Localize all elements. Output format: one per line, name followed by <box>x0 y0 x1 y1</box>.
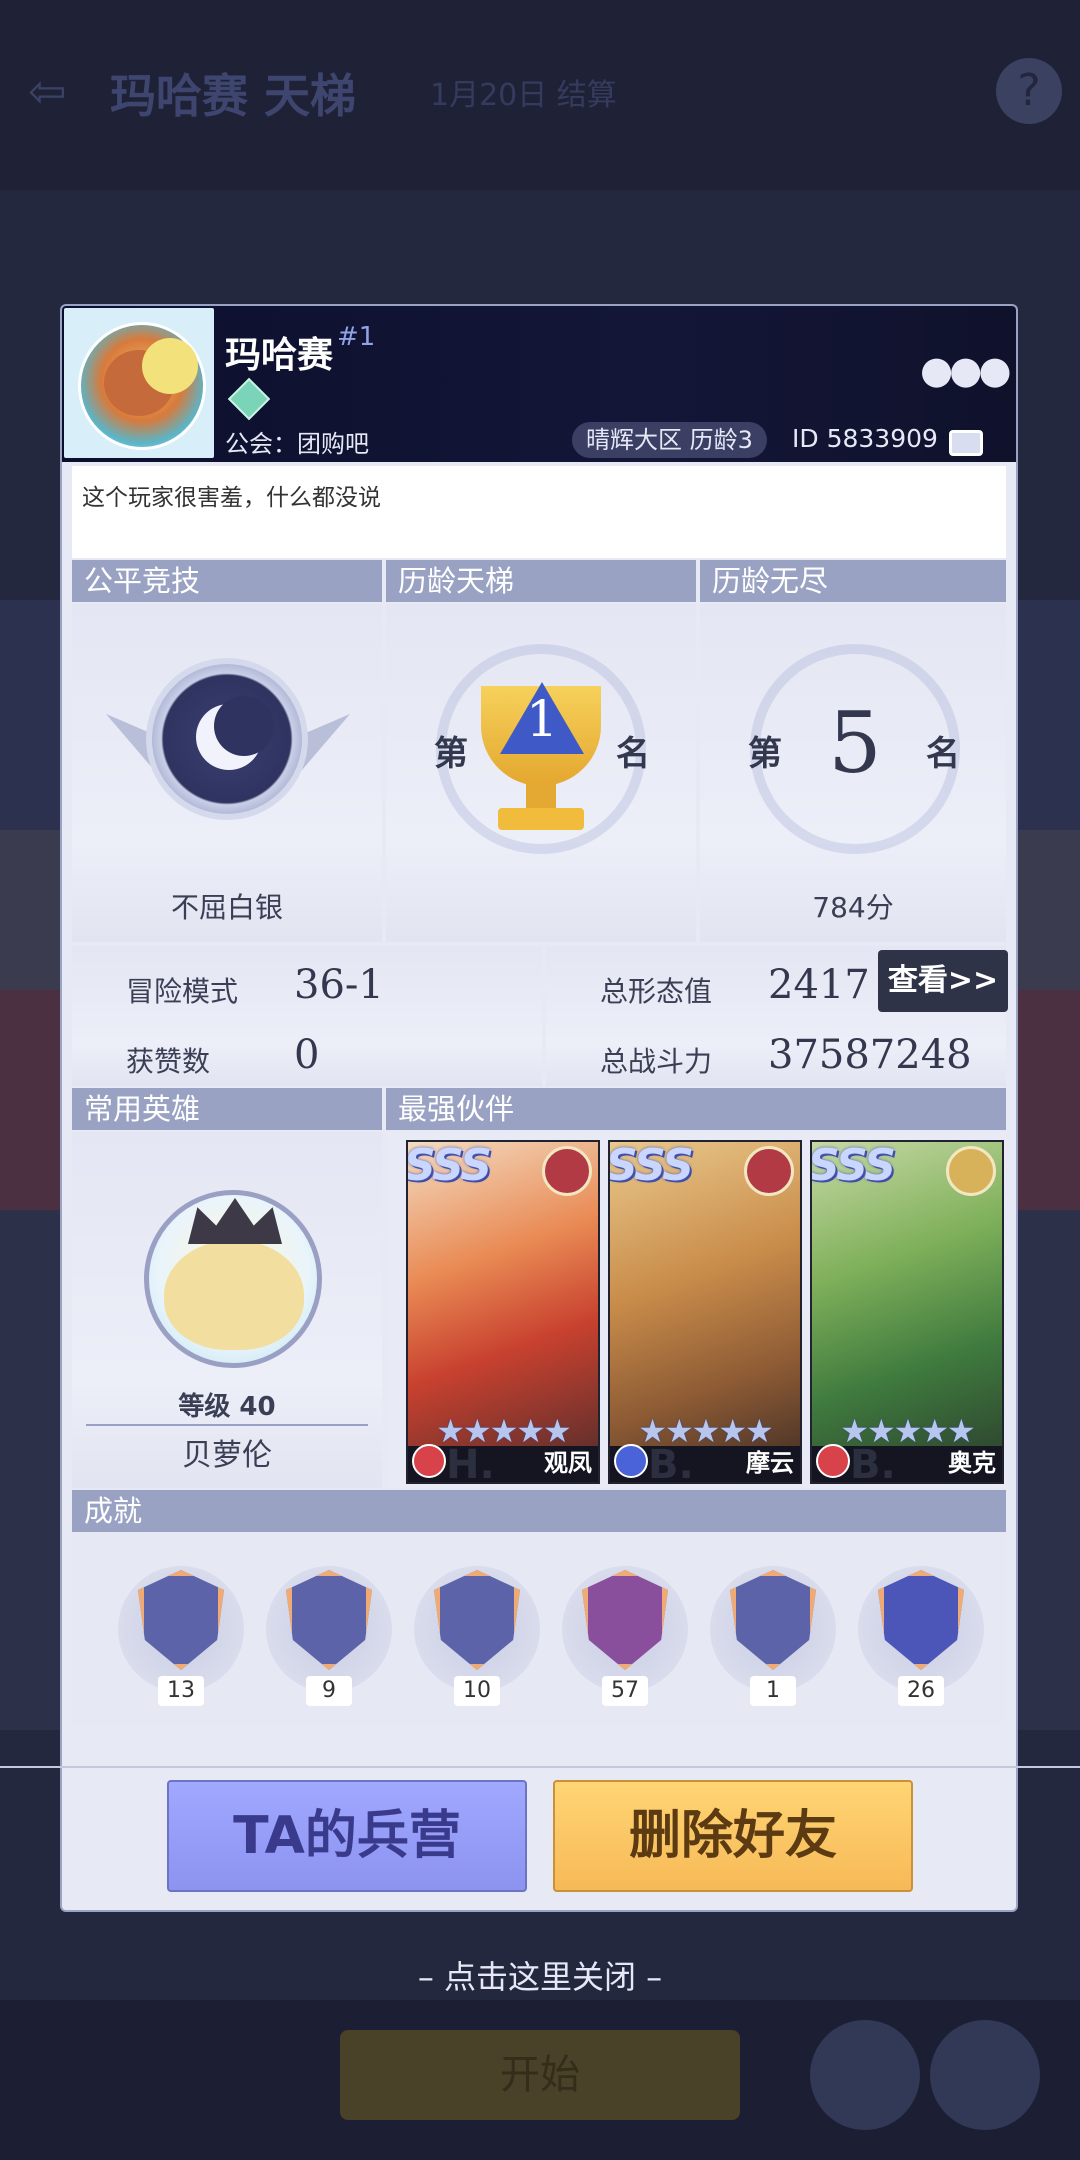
hero-level: 等级 40 <box>178 1392 276 1422</box>
stats-left-panel: 冒险模式 36-1 获赞数 0 <box>72 946 542 1086</box>
copy-id-icon[interactable] <box>949 430 983 456</box>
faction-icon <box>744 1146 794 1196</box>
remove-friend-button[interactable]: 删除好友 <box>553 1780 913 1892</box>
player-name: 玛哈赛 <box>225 335 334 376</box>
player-rank-tag: #1 <box>337 322 376 352</box>
dialog-divider <box>0 1766 1080 1768</box>
faction-icon <box>542 1146 592 1196</box>
form-label: 总形态值 <box>600 975 713 1008</box>
achievement-count: 10 <box>454 1676 500 1706</box>
back-arrow-icon: ⇦ <box>28 64 67 118</box>
achievement-badge[interactable]: 26 <box>856 1560 986 1710</box>
background-title: 玛哈赛 天梯 <box>110 69 357 123</box>
hero-hair <box>164 1240 304 1350</box>
player-avatar[interactable] <box>64 308 214 458</box>
section-header-endless: 历龄无尽 <box>700 560 1006 602</box>
partner-tier: B. <box>850 1442 896 1484</box>
diamond-badge-icon <box>227 377 271 421</box>
fair-rank-panel[interactable]: 不屈白银 <box>72 604 382 942</box>
section-header-achievements: 成就 <box>72 1490 1006 1532</box>
partner-card[interactable]: SSS ★★★★★ B. 摩云 <box>608 1140 802 1484</box>
signature-text: 这个玩家很害羞，什么都没说 <box>82 485 381 511</box>
hero-name: 贝萝伦 <box>182 1438 272 1473</box>
form-value: 2417 <box>768 962 870 1008</box>
adventure-value: 36-1 <box>294 962 384 1008</box>
section-header-ladder: 历龄天梯 <box>386 560 696 602</box>
fair-rank-label: 不屈白银 <box>170 891 283 924</box>
power-label: 总战斗力 <box>600 1045 713 1078</box>
partner-grade: SSS <box>406 1140 492 1191</box>
section-header-fair: 公平竞技 <box>72 560 382 602</box>
signature-box: 这个玩家很害羞，什么都没说 <box>72 466 1006 558</box>
section-header-common-hero: 常用英雄 <box>72 1088 382 1130</box>
adventure-label: 冒险模式 <box>126 975 239 1008</box>
partner-grade: SSS <box>608 1140 694 1191</box>
achievement-count: 57 <box>602 1676 648 1706</box>
ladder-rank-prefix: 第 <box>434 734 468 774</box>
background-round-button <box>810 2020 920 2130</box>
achievement-count: 9 <box>306 1676 352 1706</box>
ladder-rank-suffix: 名 <box>616 734 650 774</box>
view-form-button[interactable]: 查看>> <box>878 950 1008 1012</box>
ladder-rank-number: 1 <box>526 690 558 748</box>
barracks-button[interactable]: TA的兵营 <box>167 1780 527 1892</box>
hero-divider <box>86 1424 368 1426</box>
achievement-badge[interactable]: 10 <box>412 1560 542 1710</box>
background-button: 开始 <box>340 2030 740 2120</box>
shield-role-icon <box>816 1444 850 1478</box>
background-round-button <box>930 2020 1040 2130</box>
power-value: 37587248 <box>768 1032 972 1078</box>
question-icon: ? <box>996 58 1062 124</box>
achievement-badge[interactable]: 57 <box>560 1560 690 1710</box>
partner-name: 观凤 <box>544 1449 592 1477</box>
partner-grade: SSS <box>810 1140 896 1191</box>
likes-label: 获赞数 <box>126 1045 211 1078</box>
moon-shadow <box>214 696 274 756</box>
shield-role-icon <box>412 1444 446 1478</box>
trophy-base <box>498 808 584 830</box>
partner-card[interactable]: SSS ★★★★★ B. 奥克 <box>810 1140 1004 1484</box>
background-subtitle: 1月20日 结算 <box>430 78 617 113</box>
partner-name: 摩云 <box>746 1449 794 1477</box>
endless-rank-prefix: 第 <box>748 734 782 774</box>
server-badge: 晴辉大区 历龄3 <box>572 422 767 458</box>
achievements-panel: 13 9 10 57 1 26 <box>72 1532 1006 1726</box>
achievement-count: 26 <box>898 1676 944 1706</box>
endless-rank-suffix: 名 <box>926 734 960 774</box>
close-hint[interactable]: – 点击这里关闭 – <box>0 1952 1080 1998</box>
sword-role-icon <box>614 1444 648 1478</box>
partner-tier: H. <box>446 1442 495 1484</box>
guild-label: 公会：团购吧 <box>225 430 369 458</box>
player-profile-dialog: 玛哈赛 #1 公会：团购吧 晴辉大区 历龄3 ID 5833909 ●●● 这个… <box>62 306 1016 1910</box>
partner-card[interactable]: SSS ★★★★★ H. 观凤 <box>406 1140 600 1484</box>
profile-header: 玛哈赛 #1 公会：团购吧 晴辉大区 历龄3 ID 5833909 ●●● <box>62 306 1016 462</box>
achievement-badge[interactable]: 1 <box>708 1560 838 1710</box>
endless-rank-number: 5 <box>828 694 882 792</box>
partner-name: 奥克 <box>948 1449 996 1477</box>
achievement-badge[interactable]: 9 <box>264 1560 394 1710</box>
avatar-portrait-companion <box>142 338 198 394</box>
common-hero-panel[interactable]: 等级 40 贝萝伦 <box>72 1132 382 1488</box>
likes-value: 0 <box>294 1032 320 1078</box>
partner-tier: B. <box>648 1442 694 1484</box>
endless-rank-panel[interactable]: 第 5 名 784分 <box>700 604 1006 942</box>
player-id: ID 5833909 <box>792 424 938 453</box>
more-options-icon[interactable]: ●●● <box>920 348 1012 392</box>
achievement-count: 1 <box>750 1676 796 1706</box>
achievement-badge[interactable]: 13 <box>116 1560 246 1710</box>
ladder-rank-panel[interactable]: 1 第 名 <box>386 604 696 942</box>
endless-score: 784分 <box>812 891 894 924</box>
background-bottom-bar: 开始 <box>0 2000 1080 2160</box>
section-header-partners: 最强伙伴 <box>386 1088 1006 1130</box>
achievement-count: 13 <box>158 1676 204 1706</box>
faction-icon <box>946 1146 996 1196</box>
